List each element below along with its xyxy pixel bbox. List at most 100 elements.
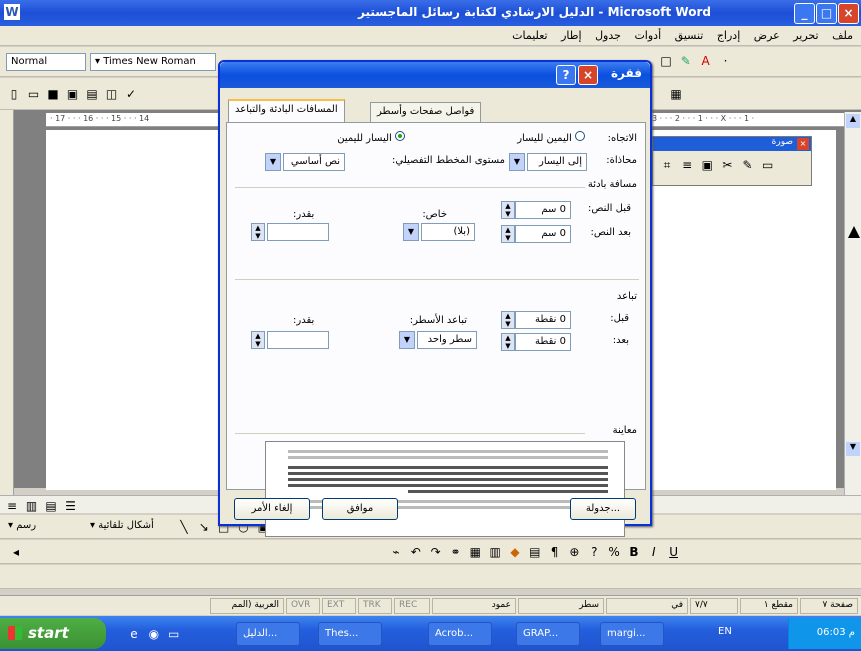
- font-color-icon[interactable]: A: [698, 53, 714, 69]
- redo-icon[interactable]: ↷: [428, 544, 444, 560]
- crop-icon[interactable]: ⌗: [659, 157, 675, 173]
- italic-icon[interactable]: I: [646, 544, 662, 560]
- status-rec[interactable]: REC: [394, 598, 430, 614]
- normal-view-icon[interactable]: ≡: [4, 498, 20, 514]
- tab-indents-spacing[interactable]: المسافات البادئة والتباعد: [228, 99, 345, 123]
- menu-tools[interactable]: أدوات: [634, 29, 661, 42]
- arrow-shape-icon[interactable]: [848, 226, 860, 238]
- menu-file[interactable]: ملف: [832, 29, 853, 42]
- after-text-field[interactable]: 0 سم: [515, 225, 571, 243]
- align-icon[interactable]: ◂: [8, 544, 24, 560]
- before-text-field[interactable]: 0 سم: [515, 201, 571, 219]
- spacing-before-field[interactable]: 0 نقطة: [515, 311, 571, 329]
- help-icon[interactable]: ?: [586, 544, 602, 560]
- direction-ltr-option[interactable]: اليسار لليمين: [337, 131, 405, 144]
- drawing-toggle-icon[interactable]: ◆: [507, 544, 523, 560]
- tables-icon[interactable]: ▦: [467, 544, 483, 560]
- percent-icon[interactable]: %: [606, 544, 622, 560]
- open-icon[interactable]: ▭: [26, 86, 42, 102]
- line-style-icon[interactable]: ≡: [679, 157, 695, 173]
- spacing-before-spinner-icon[interactable]: ▲ ▼: [501, 311, 515, 329]
- direction-rtl-radio[interactable]: [575, 131, 585, 141]
- maximize-button[interactable]: □: [816, 3, 837, 24]
- menu-help[interactable]: تعليمات: [512, 29, 547, 42]
- tab-line-page-breaks[interactable]: فواصل صفحات وأسطر: [370, 102, 482, 122]
- line-spacing-dropdown-icon[interactable]: ▼: [399, 331, 415, 349]
- print-icon[interactable]: ▤: [84, 86, 100, 102]
- format-painter-icon[interactable]: ⌁: [388, 544, 404, 560]
- by-spinner-icon[interactable]: ▲ ▼: [251, 223, 265, 241]
- reset-icon[interactable]: ✎: [740, 157, 756, 173]
- status-trk[interactable]: TRK: [358, 598, 392, 614]
- direction-rtl-option[interactable]: اليمين لليسار: [517, 131, 585, 144]
- status-ext[interactable]: EXT: [322, 598, 356, 614]
- close-button[interactable]: ×: [838, 3, 859, 24]
- after-text-spinner-icon[interactable]: ▲ ▼: [501, 225, 515, 243]
- ok-button[interactable]: موافق: [322, 498, 398, 520]
- menu-insert[interactable]: إدراج: [717, 29, 740, 42]
- media-icon[interactable]: ◉: [146, 626, 162, 642]
- line-spacing-value[interactable]: سطر واحد: [417, 331, 477, 349]
- hyperlink-icon[interactable]: ⚭: [447, 544, 463, 560]
- spacing-after-field[interactable]: 0 نقطة: [515, 333, 571, 351]
- spelling-icon[interactable]: ✓: [123, 86, 139, 102]
- desktop-icon[interactable]: ▭: [166, 626, 182, 642]
- task-acrobat[interactable]: Acrob...: [428, 622, 492, 646]
- task-margin[interactable]: margi...: [600, 622, 664, 646]
- table-icon[interactable]: ▦: [668, 86, 684, 102]
- print-preview-icon[interactable]: ◫: [104, 86, 120, 102]
- direction-ltr-radio[interactable]: [395, 131, 405, 141]
- new-icon[interactable]: ▯: [6, 86, 22, 102]
- task-graph[interactable]: GRAP...: [516, 622, 580, 646]
- outline-view-icon[interactable]: ☰: [63, 498, 79, 514]
- zoom-icon[interactable]: ⊕: [566, 544, 582, 560]
- start-button[interactable]: start: [0, 618, 106, 649]
- outline-dropdown-icon[interactable]: ▼: [265, 153, 281, 171]
- alignment-dropdown-icon[interactable]: ▼: [509, 153, 525, 171]
- outline-level-value[interactable]: نص أساسي: [283, 153, 345, 171]
- at-spinner-icon[interactable]: ▲ ▼: [251, 331, 265, 349]
- web-view-icon[interactable]: ▥: [24, 498, 40, 514]
- undo-icon[interactable]: ↶: [408, 544, 424, 560]
- columns-icon[interactable]: ▥: [487, 544, 503, 560]
- docmap-icon[interactable]: ▤: [527, 544, 543, 560]
- word-app-icon[interactable]: W: [4, 4, 20, 20]
- menu-window[interactable]: إطار: [561, 29, 581, 42]
- picture-toolbar[interactable]: صورة × ⌗ ≡ ▣ ✂ ✎ ▭: [652, 136, 812, 186]
- tabs-button[interactable]: جدولة...: [570, 498, 636, 520]
- status-ovr[interactable]: OVR: [286, 598, 320, 614]
- border-icon[interactable]: □: [658, 53, 674, 69]
- format-picture-icon[interactable]: ▣: [699, 157, 715, 173]
- by-field[interactable]: [267, 223, 329, 241]
- print-view-icon[interactable]: ▤: [43, 498, 59, 514]
- font-combo[interactable]: ▾ Times New Roman: [90, 53, 216, 71]
- transparent-icon[interactable]: ✂: [719, 157, 735, 173]
- arrow-icon[interactable]: ↘: [196, 519, 212, 535]
- style-combo[interactable]: Normal: [6, 53, 86, 71]
- menu-format[interactable]: تنسيق: [675, 29, 704, 42]
- before-text-spinner-icon[interactable]: ▲ ▼: [501, 201, 515, 219]
- special-value[interactable]: (بلا): [421, 223, 475, 241]
- alignment-value[interactable]: إلى اليسار: [527, 153, 587, 171]
- insert-picture-icon[interactable]: ▭: [760, 157, 776, 173]
- menu-table[interactable]: جدول: [595, 29, 621, 42]
- at-field[interactable]: [267, 331, 329, 349]
- menu-view[interactable]: عرض: [754, 29, 780, 42]
- dialog-help-button[interactable]: ?: [556, 65, 576, 85]
- show-hide-icon[interactable]: ¶: [547, 544, 563, 560]
- autoshapes-menu[interactable]: أشكال تلقائية ▾: [90, 520, 154, 531]
- highlight-icon[interactable]: ✎: [678, 53, 694, 69]
- task-thesis[interactable]: Thes...: [318, 622, 382, 646]
- line-icon[interactable]: ╲: [176, 519, 192, 535]
- language-indicator[interactable]: EN: [718, 626, 732, 637]
- underline-icon[interactable]: U: [666, 544, 682, 560]
- more-icon[interactable]: ·: [717, 53, 733, 69]
- vertical-ruler[interactable]: [0, 110, 14, 495]
- scroll-down-button[interactable]: ▼: [846, 442, 860, 456]
- minimize-button[interactable]: _: [794, 3, 815, 24]
- ie-icon[interactable]: e: [126, 626, 142, 642]
- special-dropdown-icon[interactable]: ▼: [403, 223, 419, 241]
- task-word[interactable]: الدليل...: [236, 622, 300, 646]
- scroll-up-button[interactable]: ▲: [846, 114, 860, 128]
- spacing-after-spinner-icon[interactable]: ▲ ▼: [501, 333, 515, 351]
